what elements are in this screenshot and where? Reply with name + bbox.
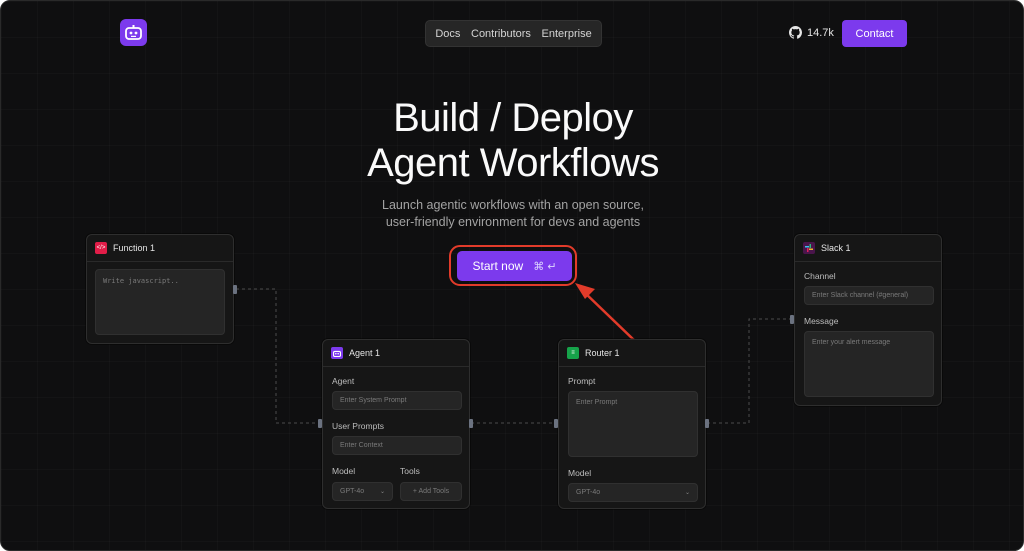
github-stars-link[interactable]: 14.7k [789,26,834,39]
edge-function-agent [236,288,320,424]
system-prompt-input[interactable]: Enter System Prompt [332,391,462,410]
user-prompts-label: User Prompts [332,421,384,431]
agent-model-value: GPT-4o [340,488,365,495]
router-model-label: Model [568,468,592,478]
function-output-port[interactable] [233,285,237,294]
router-output-port[interactable] [705,419,709,428]
start-shortcut-hint: ⌘ ↵ [533,260,557,273]
slack-node-card[interactable]: Slack 1 Channel Enter Slack channel (#ge… [794,234,942,406]
slack-input-port[interactable] [790,315,794,324]
top-nav: Docs Contributors Enterprise [425,20,602,47]
hero-title: Build / Deploy Agent Workflows [1,96,1023,186]
add-tools-label: + Add Tools [412,488,450,495]
agent-node-title: Agent 1 [349,348,381,358]
agent-model-select[interactable]: GPT-4o ⌄ [332,482,393,501]
system-prompt-placeholder: Enter System Prompt [340,397,407,404]
function-code-editor[interactable]: Write javascript.. [95,269,225,335]
message-label: Message [804,316,839,326]
github-stars-count: 14.7k [807,26,834,39]
nav-enterprise-link[interactable]: Enterprise [542,28,592,40]
chevron-down-icon: ⌄ [684,490,690,496]
router-prompt-placeholder: Enter Prompt [576,399,618,406]
router-node-card[interactable]: ≡ Router 1 Prompt Enter Prompt Model GPT… [558,339,706,509]
agent-model-label: Model [332,466,356,476]
tools-label: Tools [400,466,420,476]
router-prompt-input[interactable]: Enter Prompt [568,391,698,457]
router-icon: ≡ [567,347,579,359]
slack-channel-placeholder: Enter Slack channel (#general) [812,292,909,299]
nav-docs-link[interactable]: Docs [435,28,460,40]
slack-channel-input[interactable]: Enter Slack channel (#general) [804,286,934,305]
router-prompt-label: Prompt [568,376,596,386]
edge-router-slack [707,318,792,424]
add-tools-button[interactable]: + Add Tools [400,482,462,501]
router-node-header: ≡ Router 1 [559,340,705,367]
router-model-select[interactable]: GPT-4o ⌄ [568,483,698,502]
contact-button[interactable]: Contact [842,20,907,47]
robot-logo-icon[interactable] [120,19,147,46]
slack-node-title: Slack 1 [821,243,851,253]
router-node-title: Router 1 [585,348,620,358]
robot-icon [331,347,343,359]
slack-message-input[interactable]: Enter your alert message [804,331,934,397]
slack-node-header: Slack 1 [795,235,941,262]
start-now-button[interactable]: Start now ⌘ ↵ [457,251,572,281]
function-node-card[interactable]: </> Function 1 Write javascript.. [86,234,234,344]
context-input[interactable]: Enter Context [332,436,462,455]
router-model-value: GPT-4o [576,489,601,496]
agent-node-header: Agent 1 [323,340,469,367]
chevron-down-icon: ⌄ [379,489,385,495]
agent-node-card[interactable]: Agent 1 Agent Enter System Prompt User P… [322,339,470,509]
hero-subtitle-line-1: Launch agentic workflows with an open so… [382,198,644,212]
function-code-placeholder: Write javascript.. [103,277,179,285]
code-icon: </> [95,242,107,254]
agent-label: Agent [332,376,355,386]
slack-icon [803,242,815,254]
app-frame: Docs Contributors Enterprise 14.7k Conta… [0,0,1024,551]
context-placeholder: Enter Context [340,442,383,449]
start-now-label: Start now [472,259,524,273]
router-input-port[interactable] [554,419,558,428]
agent-output-port[interactable] [469,419,473,428]
annotation-arrowhead [575,283,595,299]
hero-title-line-2: Agent Workflows [367,141,659,185]
function-node-header: </> Function 1 [87,235,233,262]
nav-contributors-link[interactable]: Contributors [471,28,531,40]
hero-subtitle: Launch agentic workflows with an open so… [1,197,1023,231]
hero-title-line-1: Build / Deploy [393,96,633,140]
agent-input-port[interactable] [318,419,322,428]
function-node-title: Function 1 [113,243,156,253]
hero-subtitle-line-2: user-friendly environment for devs and a… [385,215,641,229]
slack-message-placeholder: Enter your alert message [812,339,891,346]
github-icon [789,26,802,39]
channel-label: Channel [804,271,836,281]
